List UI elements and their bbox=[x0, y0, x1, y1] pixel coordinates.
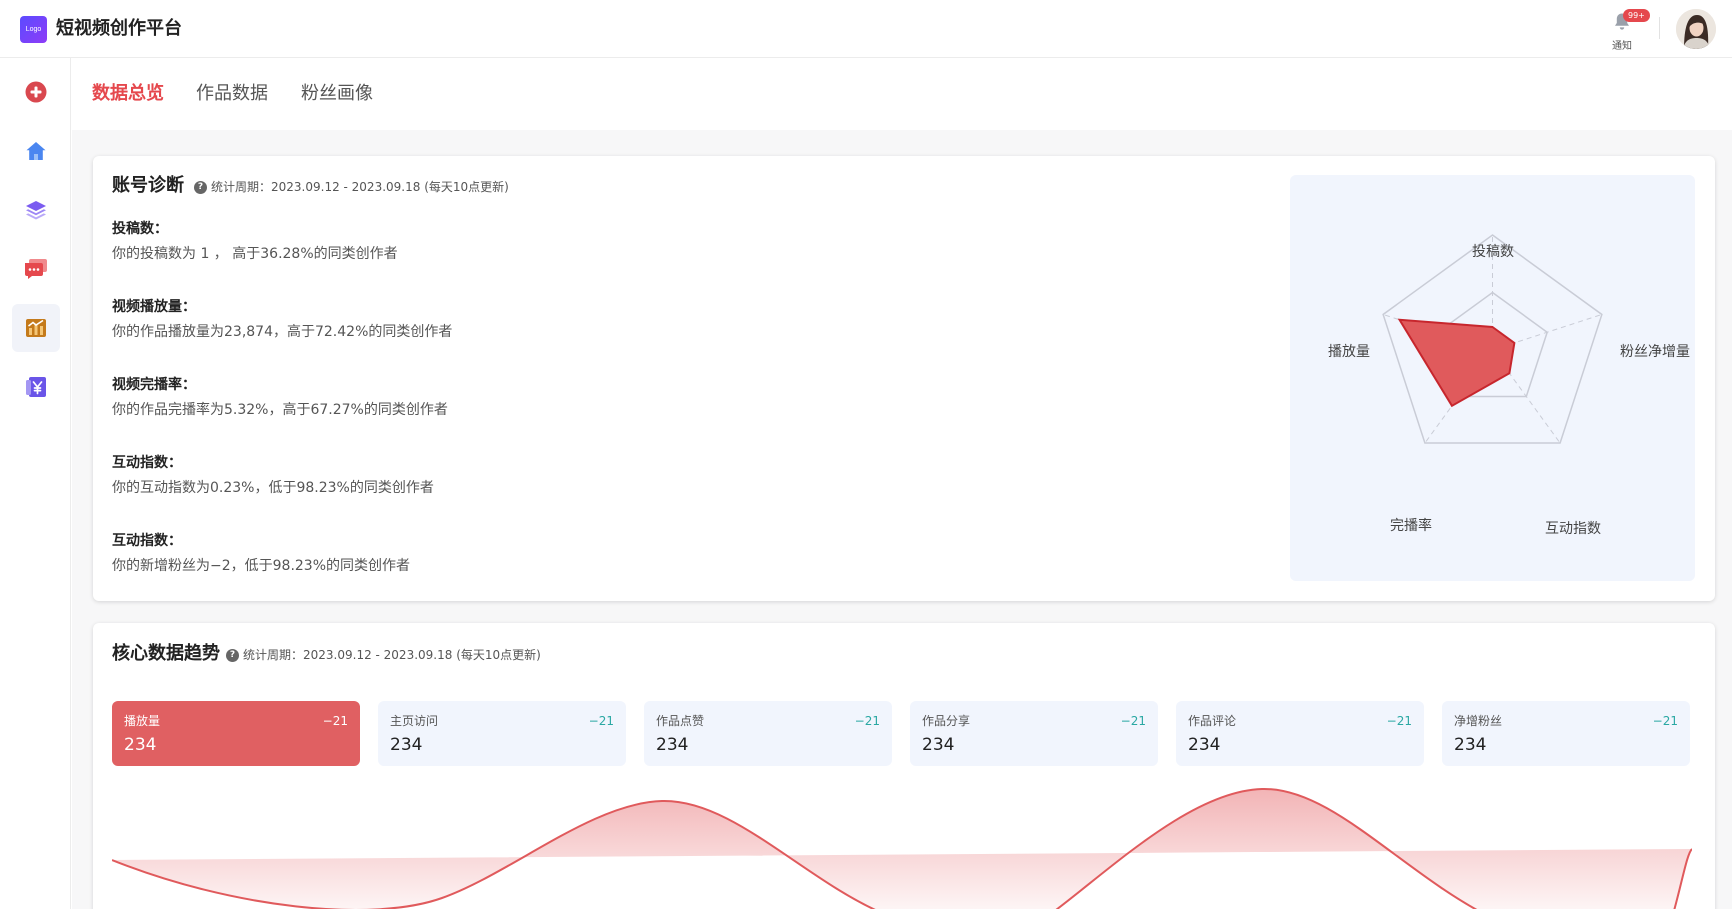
app-logo[interactable]: Logo bbox=[20, 16, 47, 43]
tab-work-data[interactable]: 作品数据 bbox=[196, 82, 268, 106]
help-icon[interactable]: ? bbox=[226, 648, 239, 662]
sidebar-item-content[interactable] bbox=[12, 186, 60, 234]
diagnosis-item-label: 视频完播率： bbox=[112, 377, 196, 393]
notification-label: 通知 bbox=[1612, 41, 1632, 52]
metric-value: 234 bbox=[390, 735, 423, 755]
diagnosis-item-label: 互动指数： bbox=[112, 455, 182, 471]
diagnosis-item-fans: 互动指数： 你的新增粉丝为−2，低于98.23%的同类创作者 bbox=[112, 531, 410, 576]
notification-button[interactable]: 99+ 通知 bbox=[1605, 8, 1650, 52]
sidebar-item-data-center[interactable] bbox=[12, 304, 60, 352]
radar-value-shape bbox=[1397, 318, 1516, 408]
diagnosis-period: ? 统计周期：2023.09.12 - 2023.09.18 (每天10点更新) bbox=[194, 179, 509, 195]
yuan-icon bbox=[26, 377, 46, 397]
metric-name: 作品点赞 bbox=[656, 714, 705, 728]
metric-name: 主页访问 bbox=[390, 714, 439, 728]
radar-label-completion: 完播率 bbox=[1390, 517, 1432, 534]
header-divider bbox=[1659, 17, 1660, 39]
metric-value: 234 bbox=[124, 735, 157, 755]
radar-label-posts: 投稿数 bbox=[1472, 244, 1514, 260]
radar-label-plays: 播放量 bbox=[1328, 344, 1370, 360]
tab-bar: 数据总览 作品数据 粉丝画像 bbox=[72, 58, 1732, 130]
sidebar-item-interaction[interactable] bbox=[12, 245, 60, 293]
diagnosis-period-text: 统计周期：2023.09.12 - 2023.09.18 (每天10点更新) bbox=[211, 180, 509, 194]
sidebar-item-income[interactable] bbox=[12, 363, 60, 411]
diagnosis-item-plays: 视频播放量： 你的作品播放量为23,874，高于72.42%的同类创作者 bbox=[112, 297, 452, 342]
metric-name: 作品分享 bbox=[922, 714, 971, 728]
diagnosis-item-posts: 投稿数： 你的投稿数为 1 ， 高于36.28%的同类创作者 bbox=[112, 219, 398, 264]
metric-name: 作品评论 bbox=[1188, 714, 1237, 728]
diagnosis-item-text: 你的投稿数为 1 ， 高于36.28%的同类创作者 bbox=[112, 246, 398, 262]
tab-overview[interactable]: 数据总览 bbox=[92, 82, 164, 106]
top-header: Logo 短视频创作平台 99+ 通知 bbox=[0, 0, 1732, 58]
sidebar-item-home[interactable] bbox=[12, 127, 60, 175]
home-icon bbox=[26, 142, 46, 160]
diagnosis-item-completion: 视频完播率： 你的作品完播率为5.32%，高于67.27%的同类创作者 bbox=[112, 375, 448, 420]
metric-card-shares[interactable]: 作品分享 −21 234 bbox=[910, 701, 1158, 766]
trend-title: 核心数据趋势 bbox=[112, 643, 220, 664]
radar-panel: 投稿数 粉丝净增量 互动指数 完播率 播放量 bbox=[1290, 175, 1695, 581]
metric-card-net-fans[interactable]: 净增粉丝 −21 234 bbox=[1442, 701, 1690, 766]
metric-card-comments[interactable]: 作品评论 −21 234 bbox=[1176, 701, 1424, 766]
metric-delta: −21 bbox=[1652, 714, 1678, 728]
diagnosis-item-text: 你的作品播放量为23,874，高于72.42%的同类创作者 bbox=[112, 324, 453, 340]
chat-icon bbox=[25, 259, 47, 279]
metric-value: 234 bbox=[1454, 735, 1487, 755]
diagnosis-title: 账号诊断 bbox=[112, 175, 184, 196]
sidebar-item-create[interactable] bbox=[12, 68, 60, 116]
trend-period-text: 统计周期：2023.09.12 - 2023.09.18 (每天10点更新) bbox=[243, 648, 541, 662]
avatar-image bbox=[1676, 9, 1716, 49]
core-trend-card: 核心数据趋势 ? 统计周期：2023.09.12 - 2023.09.18 (每… bbox=[93, 623, 1715, 909]
sidebar bbox=[0, 58, 71, 909]
diagnosis-item-label: 视频播放量： bbox=[112, 299, 196, 315]
notification-badge: 99+ bbox=[1623, 9, 1650, 22]
diagnosis-item-interaction: 互动指数： 你的互动指数为0.23%，低于98.23%的同类创作者 bbox=[112, 453, 434, 498]
diagnosis-item-label: 投稿数： bbox=[112, 221, 168, 237]
diagnosis-item-label: 互动指数： bbox=[112, 533, 182, 549]
radar-label-fan-growth: 粉丝净增量 bbox=[1620, 344, 1690, 360]
help-icon[interactable]: ? bbox=[194, 180, 207, 194]
metric-delta: −21 bbox=[854, 714, 880, 728]
radar-label-interaction: 互动指数 bbox=[1545, 521, 1601, 537]
diagnosis-item-text: 你的作品完播率为5.32%，高于67.27%的同类创作者 bbox=[112, 402, 448, 418]
tab-fan-profile[interactable]: 粉丝画像 bbox=[301, 82, 373, 106]
metric-card-likes[interactable]: 作品点赞 −21 234 bbox=[644, 701, 892, 766]
account-diagnosis-card: 账号诊断 ? 统计周期：2023.09.12 - 2023.09.18 (每天1… bbox=[93, 156, 1715, 601]
metric-name: 净增粉丝 bbox=[1454, 714, 1503, 728]
metric-card-profile-visits[interactable]: 主页访问 −21 234 bbox=[378, 701, 626, 766]
trend-area bbox=[112, 788, 1692, 909]
metric-value: 234 bbox=[922, 735, 955, 755]
radar-chart: 投稿数 粉丝净增量 互动指数 完播率 播放量 bbox=[1328, 234, 1690, 537]
metric-name: 播放量 bbox=[124, 714, 161, 728]
trend-line-chart bbox=[112, 787, 1692, 909]
metric-value: 234 bbox=[1188, 735, 1221, 755]
app-title: 短视频创作平台 bbox=[56, 18, 182, 39]
metric-delta: −21 bbox=[1386, 714, 1412, 728]
metric-card-plays[interactable]: 播放量 −21 234 bbox=[112, 701, 360, 766]
avatar[interactable] bbox=[1676, 9, 1716, 49]
metric-delta: −21 bbox=[322, 714, 348, 728]
diagnosis-item-text: 你的互动指数为0.23%，低于98.23%的同类创作者 bbox=[112, 480, 434, 496]
layers-icon bbox=[26, 201, 46, 220]
chart-icon bbox=[26, 319, 46, 337]
metric-delta: −21 bbox=[588, 714, 614, 728]
metric-delta: −21 bbox=[1120, 714, 1146, 728]
trend-period: ? 统计周期：2023.09.12 - 2023.09.18 (每天10点更新) bbox=[226, 647, 541, 663]
diagnosis-item-text: 你的新增粉丝为−2，低于98.23%的同类创作者 bbox=[112, 558, 411, 574]
metric-value: 234 bbox=[656, 735, 689, 755]
plus-circle-icon bbox=[25, 81, 47, 103]
